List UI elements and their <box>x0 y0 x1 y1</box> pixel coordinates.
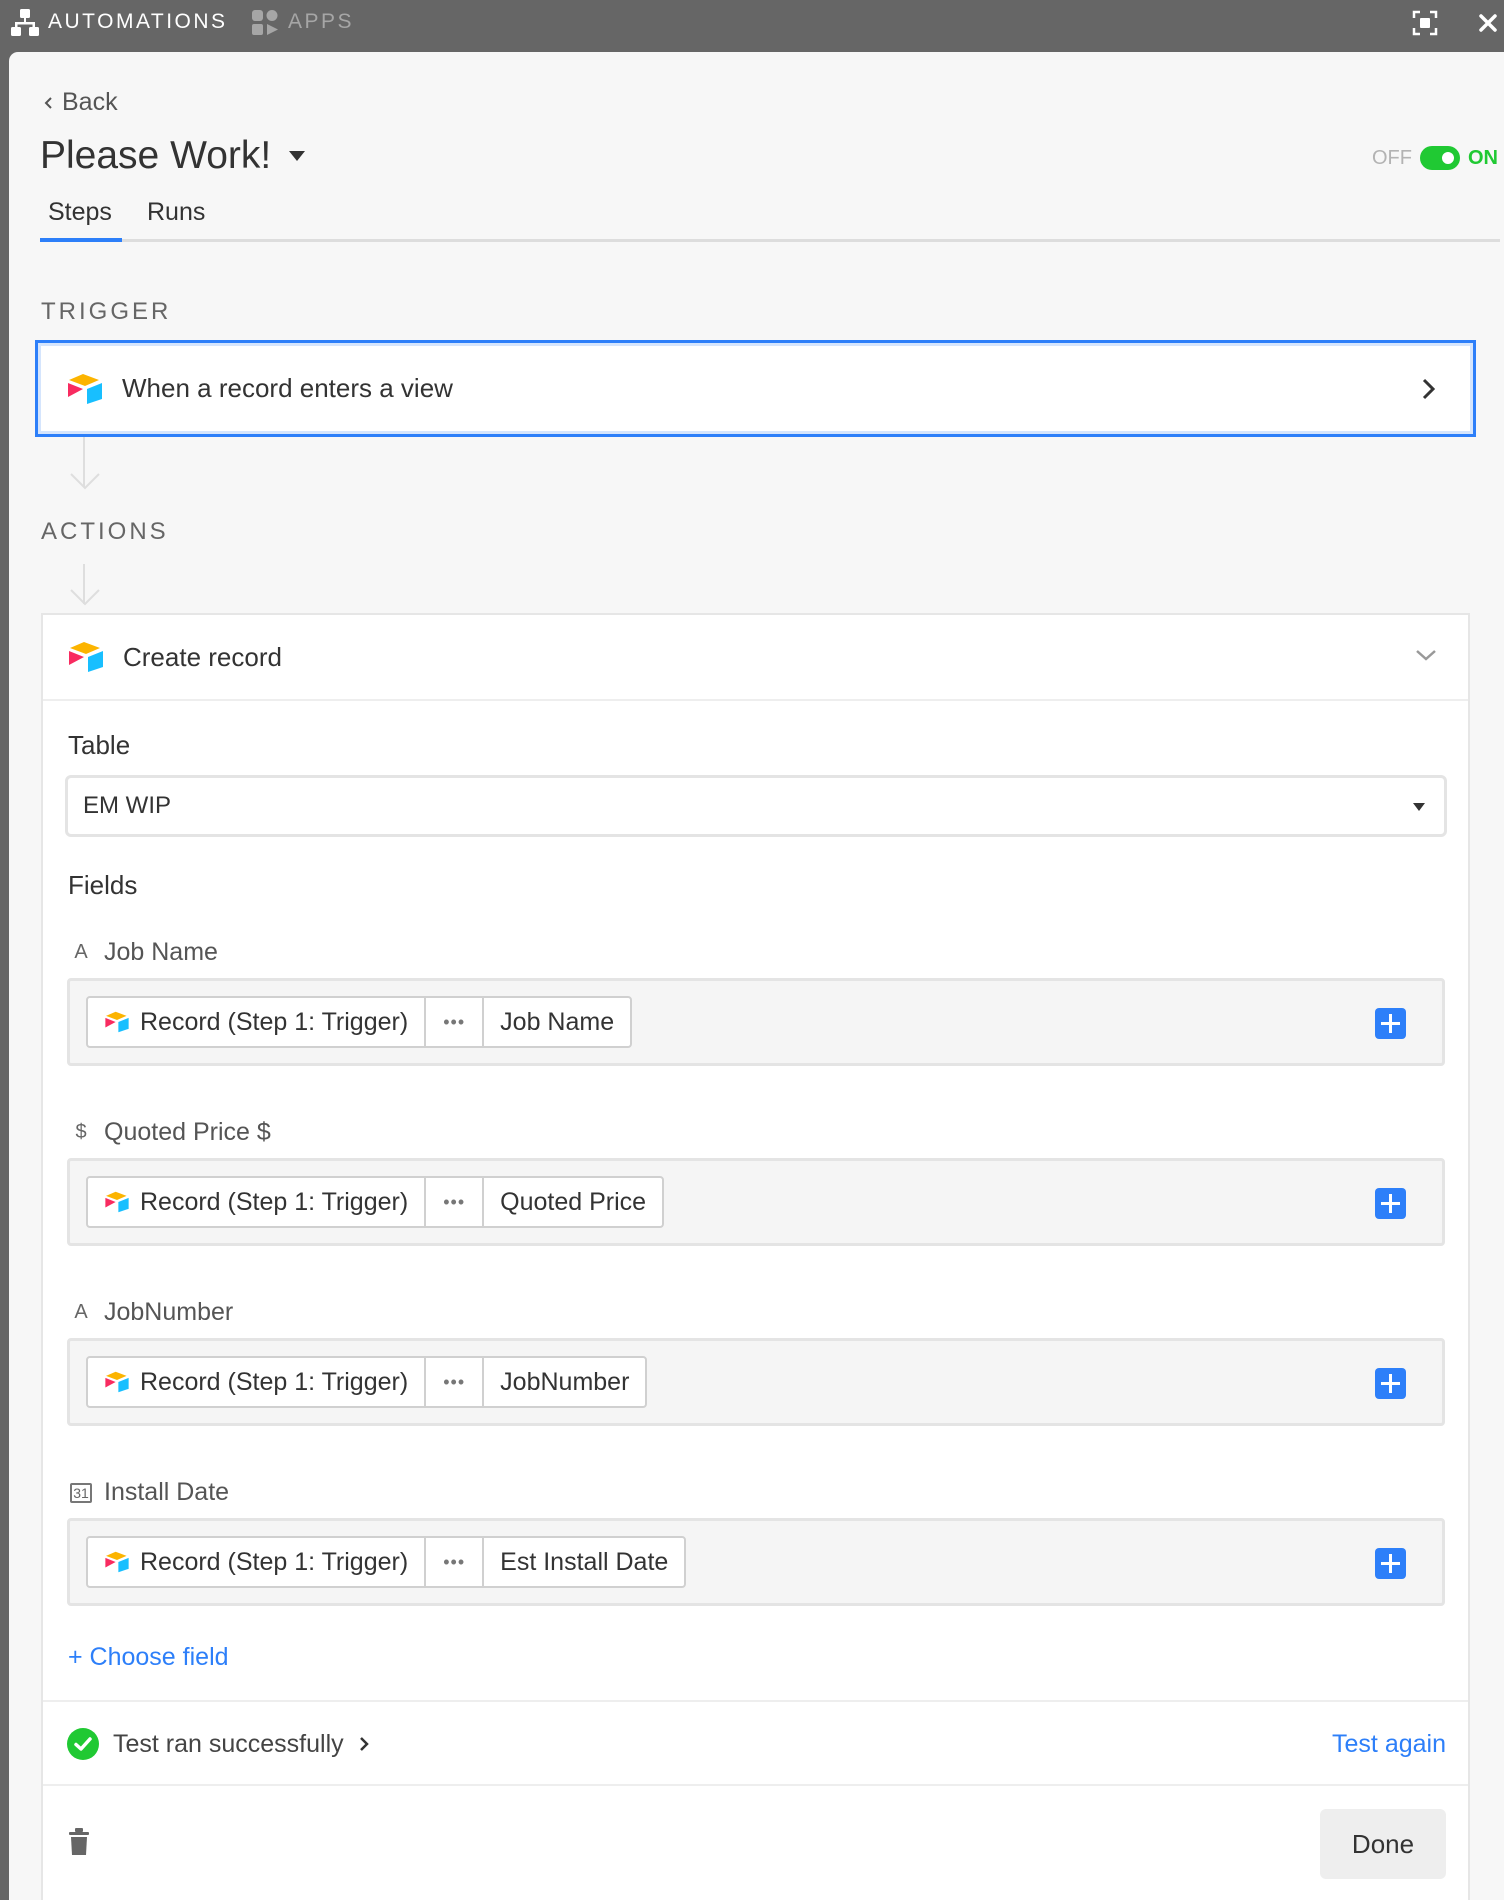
trigger-label: When a record enters a view <box>122 373 453 403</box>
back-link[interactable]: Back <box>44 88 118 117</box>
field-token[interactable]: Record (Step 1: Trigger) ••• Job Name <box>86 996 633 1048</box>
choose-field-link[interactable]: + Choose field <box>68 1643 229 1672</box>
apps-tab[interactable]: APPS <box>250 0 354 44</box>
close-icon[interactable] <box>1474 9 1502 37</box>
tab-steps[interactable]: Steps <box>40 198 122 242</box>
token-source-label: Record (Step 1: Trigger) <box>140 1367 409 1396</box>
top-bar: AUTOMATIONS APPS <box>0 0 1504 52</box>
add-token-button[interactable] <box>1375 1548 1406 1579</box>
more-icon[interactable]: ••• <box>424 1358 482 1406</box>
toggle-off-label: OFF <box>1372 146 1412 169</box>
airtable-logo-icon <box>105 1011 129 1033</box>
token-source-label: Record (Step 1: Trigger) <box>140 1547 409 1576</box>
action-card: Create record Table EM WIP Fields A Job … <box>41 613 1470 1900</box>
automations-icon <box>11 9 39 36</box>
caret-down-icon <box>1413 803 1425 811</box>
table-label: Table <box>68 730 131 760</box>
token-value[interactable]: JobNumber <box>482 1358 645 1406</box>
field-name: $ Quoted Price $ <box>70 1118 271 1147</box>
field-value-box[interactable]: Record (Step 1: Trigger) ••• Quoted Pric… <box>67 1158 1445 1246</box>
table-select[interactable]: EM WIP <box>65 775 1447 837</box>
token-source[interactable]: Record (Step 1: Trigger) <box>88 1178 424 1226</box>
token-source[interactable]: Record (Step 1: Trigger) <box>88 1538 424 1586</box>
add-token-button[interactable] <box>1375 1368 1406 1399</box>
token-value[interactable]: Job Name <box>482 998 630 1046</box>
text-field-icon: A <box>74 941 88 963</box>
test-status[interactable]: Test ran successfully <box>67 1728 370 1760</box>
token-value[interactable]: Est Install Date <box>482 1538 684 1586</box>
airtable-logo-icon <box>68 373 102 404</box>
actions-section-label: ACTIONS <box>41 518 169 545</box>
table-select-value: EM WIP <box>83 792 171 819</box>
arrow-down-icon <box>70 589 100 606</box>
airtable-logo-icon <box>105 1191 129 1213</box>
test-again-link[interactable]: Test again <box>1332 1730 1446 1759</box>
tab-runs[interactable]: Runs <box>139 198 213 242</box>
field-name-label: Install Date <box>104 1478 230 1506</box>
token-source-label: Record (Step 1: Trigger) <box>140 1187 409 1216</box>
trigger-section-label: TRIGGER <box>41 298 172 325</box>
airtable-logo-icon <box>105 1551 129 1573</box>
add-token-button[interactable] <box>1375 1188 1406 1219</box>
field-name: A Job Name <box>70 938 218 967</box>
token-source[interactable]: Record (Step 1: Trigger) <box>88 1358 424 1406</box>
field-value-box[interactable]: Record (Step 1: Trigger) ••• JobNumber <box>67 1338 1445 1426</box>
trigger-card[interactable]: When a record enters a view <box>35 340 1476 437</box>
chevron-right-icon <box>1422 378 1436 400</box>
apps-label: APPS <box>288 10 355 33</box>
field-value-box[interactable]: Record (Step 1: Trigger) ••• Est Install… <box>67 1518 1445 1606</box>
automations-label: AUTOMATIONS <box>48 10 228 33</box>
automation-title[interactable]: Please Work! <box>40 134 307 178</box>
calendar-field-icon: 31 <box>70 1482 92 1503</box>
automation-title-text: Please Work! <box>40 134 272 177</box>
field-token[interactable]: Record (Step 1: Trigger) ••• Est Install… <box>86 1536 687 1588</box>
field-name: A JobNumber <box>70 1298 233 1327</box>
token-source[interactable]: Record (Step 1: Trigger) <box>88 998 424 1046</box>
field-token[interactable]: Record (Step 1: Trigger) ••• JobNumber <box>86 1356 648 1408</box>
chevron-right-icon <box>359 1737 369 1751</box>
back-label: Back <box>62 88 118 116</box>
field-name-label: JobNumber <box>104 1298 234 1326</box>
fields-label: Fields <box>68 870 138 900</box>
automation-toggle[interactable]: OFF ON <box>1372 146 1498 170</box>
test-row: Test ran successfully Test again <box>43 1700 1468 1786</box>
test-status-label: Test ran successfully <box>113 1729 344 1758</box>
toggle-switch[interactable] <box>1420 146 1460 170</box>
automations-tab[interactable]: AUTOMATIONS <box>10 0 228 44</box>
field-name-label: Job Name <box>104 938 218 966</box>
action-title: Create record <box>123 641 282 672</box>
caret-down-icon <box>289 151 306 161</box>
arrow-down-icon <box>70 473 100 490</box>
check-circle-icon <box>67 1728 99 1760</box>
more-icon[interactable]: ••• <box>424 998 482 1046</box>
chevron-left-icon <box>44 96 52 109</box>
field-token[interactable]: Record (Step 1: Trigger) ••• Quoted Pric… <box>86 1176 665 1228</box>
add-token-button[interactable] <box>1375 1008 1406 1039</box>
chevron-down-icon <box>1416 650 1436 661</box>
tab-bar: Steps Runs <box>40 198 1500 242</box>
token-value[interactable]: Quoted Price <box>482 1178 662 1226</box>
field-name: 31 Install Date <box>70 1478 229 1507</box>
toggle-on-label: ON <box>1468 146 1498 169</box>
more-icon[interactable]: ••• <box>424 1538 482 1586</box>
more-icon[interactable]: ••• <box>424 1178 482 1226</box>
field-name-label: Quoted Price $ <box>104 1118 271 1146</box>
apps-icon <box>252 10 278 35</box>
airtable-logo-icon <box>69 642 103 672</box>
airtable-logo-icon <box>105 1371 129 1393</box>
currency-field-icon: $ <box>75 1121 87 1143</box>
token-source-label: Record (Step 1: Trigger) <box>140 1007 409 1036</box>
expand-icon[interactable] <box>1411 9 1439 37</box>
trash-icon[interactable] <box>68 1827 90 1857</box>
text-field-icon: A <box>74 1301 88 1323</box>
action-header[interactable]: Create record <box>43 615 1468 701</box>
field-value-box[interactable]: Record (Step 1: Trigger) ••• Job Name <box>67 978 1445 1066</box>
done-button[interactable]: Done <box>1320 1809 1446 1879</box>
